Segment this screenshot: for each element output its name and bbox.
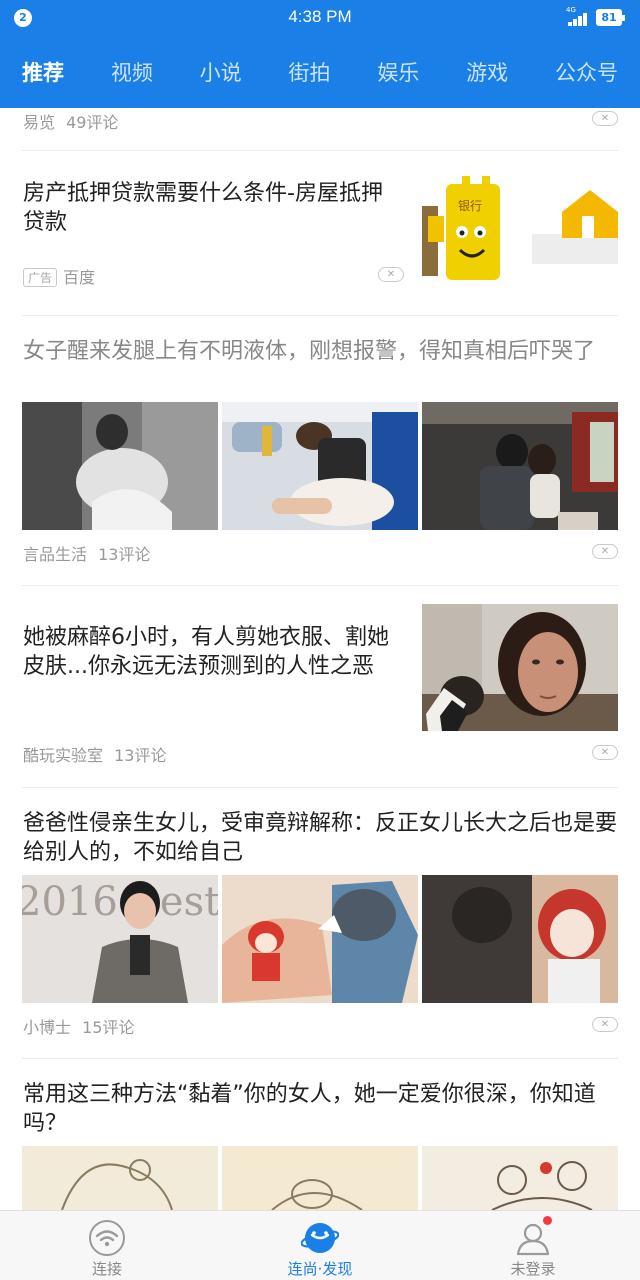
article-source: 言品生活 — [23, 545, 88, 564]
thumbnail-backdrop-text: 2016 Best as — [22, 879, 218, 925]
article-comment-count: 15评论 — [82, 1018, 135, 1037]
tab-official-accounts[interactable]: 公众号 — [555, 57, 618, 87]
article-meta: 易览 49评论 — [23, 109, 118, 133]
article-meta: 小博士 15评论 — [23, 1014, 134, 1038]
ad-label-badge: 广告 — [23, 268, 58, 287]
close-icon[interactable]: ✕ — [378, 267, 404, 282]
article-thumbnail[interactable] — [422, 402, 618, 530]
ad-title[interactable]: 房产抵押贷款需要什么条件-房屋抵押贷款 — [23, 179, 403, 237]
article-thumbnail[interactable] — [422, 1146, 618, 1210]
nav-login[interactable]: 未登录 — [463, 1211, 603, 1280]
article-thumbnail[interactable]: 2016 Best as — [22, 875, 218, 1003]
article-title[interactable]: 爸爸性侵亲生女儿，受审竟辩解称：反正女儿长大之后也是要给别人的，不如给自己 — [23, 809, 619, 867]
divider — [22, 150, 618, 151]
article-title[interactable]: 常用这三种方法“黏着”你的女人，她一定爱你很深，你知道吗？ — [23, 1080, 619, 1138]
tab-street-snap[interactable]: 街拍 — [288, 57, 330, 87]
article-source: 酷玩实验室 — [23, 746, 104, 765]
article-thumbnail[interactable] — [222, 1146, 418, 1210]
signal-strength-icon — [564, 10, 590, 26]
status-bar: 2 4:38 PM 4G 81 — [0, 0, 640, 36]
article-thumbnail[interactable] — [222, 402, 418, 530]
close-icon[interactable]: ✕ — [592, 111, 618, 126]
status-time: 4:38 PM — [288, 7, 352, 26]
category-tabs: 推荐 视频 小说 街拍 娱乐 游戏 公众号 — [0, 36, 640, 108]
article-comment-count: 49评论 — [66, 113, 119, 132]
divider — [22, 1058, 618, 1059]
divider — [22, 585, 618, 586]
tab-recommend[interactable]: 推荐 — [22, 57, 64, 87]
planet-icon — [300, 1219, 340, 1257]
nav-connect[interactable]: 连接 — [37, 1211, 177, 1280]
article-title[interactable]: 她被麻醉6小时，有人剪她衣服、割她皮肤...你永远无法预测到的人性之恶 — [23, 623, 407, 681]
article-thumbnail[interactable] — [222, 875, 418, 1003]
ad-source: 百度 — [63, 268, 96, 287]
nav-discover-label: 连尚·发现 — [287, 1260, 353, 1278]
article-meta: 言品生活 13评论 — [23, 541, 150, 565]
article-comment-count: 13评论 — [98, 545, 151, 564]
article-meta: 酷玩实验室 13评论 — [23, 742, 166, 766]
article-thumbnail[interactable] — [422, 875, 618, 1003]
ad-thumbnail[interactable]: 银行 — [422, 176, 618, 286]
bottom-navigation: 连接 连尚·发现 未登录 — [0, 1210, 640, 1280]
nav-login-label: 未登录 — [510, 1260, 556, 1278]
close-icon[interactable]: ✕ — [592, 544, 618, 559]
article-title[interactable]: 女子醒来发腿上有不明液体，刚想报警，得知真相后吓哭了 — [23, 337, 619, 366]
tab-entertainment[interactable]: 娱乐 — [377, 57, 419, 87]
article-source: 易览 — [23, 113, 56, 132]
close-icon[interactable]: ✕ — [592, 1017, 618, 1032]
article-source: 小博士 — [23, 1018, 72, 1037]
nav-discover[interactable]: 连尚·发现 — [250, 1211, 390, 1280]
article-thumbnail[interactable] — [22, 402, 218, 530]
tab-novel[interactable]: 小说 — [200, 57, 242, 87]
news-feed[interactable]: 易览 49评论 ✕ 房产抵押贷款需要什么条件-房屋抵押贷款 银行 广告 百度 ✕… — [0, 108, 640, 1210]
ad-thumbnail-text: 银行 — [458, 199, 482, 213]
nav-connect-label: 连接 — [91, 1260, 122, 1278]
battery-icon: 81 — [596, 9, 625, 26]
wifi-icon — [88, 1219, 126, 1257]
close-icon[interactable]: ✕ — [592, 745, 618, 760]
tab-video[interactable]: 视频 — [111, 57, 153, 87]
divider — [22, 787, 618, 788]
article-thumbnail[interactable] — [22, 1146, 218, 1210]
article-comment-count: 13评论 — [114, 746, 167, 765]
notification-dot — [543, 1216, 552, 1225]
tab-games[interactable]: 游戏 — [466, 57, 508, 87]
ad-meta: 广告 百度 — [23, 264, 95, 288]
article-thumbnail[interactable] — [422, 604, 618, 731]
divider — [22, 315, 618, 316]
